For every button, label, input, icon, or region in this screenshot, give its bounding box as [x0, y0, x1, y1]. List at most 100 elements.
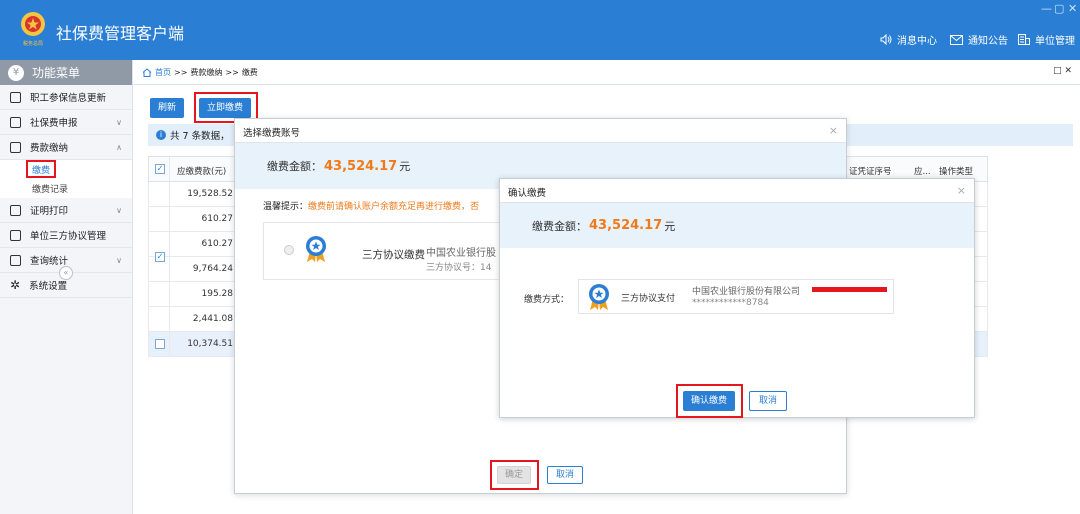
sidebar-item-label: 系统设置 — [29, 281, 68, 292]
refresh-button[interactable]: 刷新 — [150, 98, 184, 118]
dialog-title-bar: 选择缴费账号 × — [235, 119, 846, 143]
cancel-button[interactable]: 取消 — [749, 391, 787, 411]
cancel-button[interactable]: 取消 — [547, 466, 583, 484]
highlight-frame — [490, 460, 539, 490]
gear-icon: ✲ — [10, 277, 21, 292]
column-header-cert: 证凭证序号 — [849, 167, 892, 177]
agreement-number: 三方协议号：14 — [426, 263, 492, 273]
method-label: 三方协议缴费 — [362, 249, 425, 261]
app-title: 社保费管理客户端 — [56, 24, 185, 43]
medal-icon — [589, 284, 609, 310]
sidebar-item-tripartite-agreement[interactable]: 单位三方协议管理 — [0, 223, 132, 248]
row-amount: 195.28 — [201, 289, 234, 299]
warm-tip: 温馨提示：缴费前请确认账户余额充足再进行缴费，否 — [263, 199, 479, 212]
medal-icon — [306, 236, 326, 262]
amount-unit: 元 — [664, 219, 676, 233]
dialog-title: 确认缴费 — [508, 188, 547, 199]
column-divider — [169, 307, 170, 331]
account-number: ************8784 — [692, 298, 769, 308]
select-all-checkbox[interactable]: ✓ — [155, 164, 165, 174]
breadcrumb-home-link[interactable]: 首页 — [155, 67, 171, 78]
amount-label: 缴费金额： — [267, 160, 322, 173]
info-icon: i — [156, 130, 166, 140]
chevron-up-icon: ∧ — [116, 143, 122, 152]
notices-label: 通知公告 — [968, 36, 1008, 47]
breadcrumb-level2: 缴费 — [241, 68, 258, 77]
collapse-sidebar-button[interactable]: « — [59, 266, 73, 280]
sidebar-item-declaration[interactable]: 社保费申报 ∨ — [0, 110, 132, 135]
unit-management-button[interactable]: 单位管理 — [1018, 32, 1075, 47]
print-icon — [10, 204, 21, 216]
amount-unit: 元 — [399, 160, 411, 173]
chevron-down-icon: ∨ — [116, 256, 122, 265]
message-center-label: 消息中心 — [897, 36, 937, 47]
sidebar-subitem-pay[interactable]: 缴费 — [0, 160, 132, 179]
amount-label: 缴费金额： — [532, 219, 587, 233]
yuan-icon: ¥ — [8, 64, 24, 81]
confirm-payment-dialog: 确认缴费 × 缴费金额： 43,524.17 元 缴费方式： 三方协议支付 中国… — [499, 178, 975, 418]
highlight-frame — [676, 384, 743, 418]
close-icon[interactable]: × — [957, 184, 966, 197]
highlight-frame — [26, 160, 56, 178]
speaker-icon — [880, 34, 892, 45]
chevron-down-icon: ∨ — [116, 118, 122, 127]
notices-button[interactable]: 通知公告 — [950, 32, 1008, 47]
title-bar: 税务总局 社保费管理客户端 — ▢ ✕ 消息中心 通知公告 单位管理 — [0, 0, 1080, 60]
breadcrumb-level1[interactable]: 费款缴纳 — [190, 67, 222, 78]
tab-controls[interactable]: □ ✕ — [1053, 66, 1072, 76]
agreement-icon — [10, 229, 21, 241]
chevron-down-icon: ∨ — [116, 206, 122, 215]
bank-name: 中国农业银行股 — [426, 248, 496, 259]
amount-value: 43,524.17 — [589, 218, 663, 233]
envelope-icon — [950, 34, 963, 45]
tip-label: 温馨提示： — [263, 202, 309, 212]
home-icon — [142, 68, 152, 77]
column-divider — [169, 332, 170, 356]
function-menu-header: ¥ 功能菜单 — [0, 60, 132, 85]
tip-text: 缴费前请确认账户余额充足再进行缴费，否 — [308, 202, 480, 212]
breadcrumb-separator: >> — [225, 68, 239, 77]
amount-band: 缴费金额： 43,524.17 元 — [500, 203, 974, 248]
form-icon — [10, 116, 21, 128]
tax-emblem-logo: 税务总局 — [21, 12, 45, 47]
maximize-button[interactable]: ▢ — [1054, 2, 1064, 15]
row-amount: 610.27 — [201, 214, 234, 224]
building-icon — [1018, 34, 1030, 45]
bookmark-icon — [10, 141, 21, 153]
breadcrumb: 首页 >> 费款缴纳 >> 缴费 — [142, 67, 258, 78]
column-header-should: 应... — [914, 167, 931, 177]
message-center-button[interactable]: 消息中心 — [880, 32, 937, 47]
row-amount: 2,441.08 — [192, 314, 233, 324]
sidebar-item-payment[interactable]: 费款缴纳 ∧ — [0, 135, 132, 160]
function-menu-title: 功能菜单 — [32, 66, 81, 80]
breadcrumb-bar: 首页 >> 费款缴纳 >> 缴费 □ ✕ — [134, 60, 1080, 85]
close-button[interactable]: ✕ — [1068, 2, 1077, 15]
column-divider — [169, 207, 170, 231]
column-divider — [169, 232, 170, 256]
close-icon[interactable]: × — [829, 124, 838, 137]
column-divider — [169, 282, 170, 306]
column-divider — [169, 157, 170, 181]
sidebar-subitem-label: 缴费记录 — [32, 185, 69, 195]
list-icon — [10, 91, 21, 103]
bank-name: 中国农业银行股份有限公司 — [692, 287, 801, 297]
unit-management-label: 单位管理 — [1035, 36, 1075, 47]
sidebar-item-certificate-print[interactable]: 证明打印 ∨ — [0, 198, 132, 223]
sidebar-item-label: 职工参保信息更新 — [30, 93, 107, 104]
row-checkbox[interactable] — [155, 339, 165, 349]
sidebar-subitem-pay-records[interactable]: 缴费记录 — [0, 179, 132, 198]
method-radio[interactable] — [284, 245, 294, 255]
minimize-button[interactable]: — — [1041, 2, 1052, 15]
info-text: 共 7 条数据， — [170, 131, 230, 142]
payment-method-label: 缴费方式： — [524, 295, 570, 305]
sidebar-item-employee-info[interactable]: 职工参保信息更新 — [0, 85, 132, 110]
row-amount: 610.27 — [201, 239, 234, 249]
dialog-title-bar: 确认缴费 × — [500, 179, 974, 203]
sidebar-item-label: 费款缴纳 — [30, 143, 69, 154]
row-amount: 19,528.52 — [187, 189, 233, 199]
sidebar-item-label: 社保费申报 — [30, 118, 78, 129]
sidebar-item-label: 单位三方协议管理 — [30, 231, 107, 242]
payment-method-card: 三方协议支付 中国农业银行股份有限公司 ************8784 — [578, 279, 894, 314]
column-divider — [169, 182, 170, 206]
amount-value: 43,524.17 — [324, 158, 398, 174]
